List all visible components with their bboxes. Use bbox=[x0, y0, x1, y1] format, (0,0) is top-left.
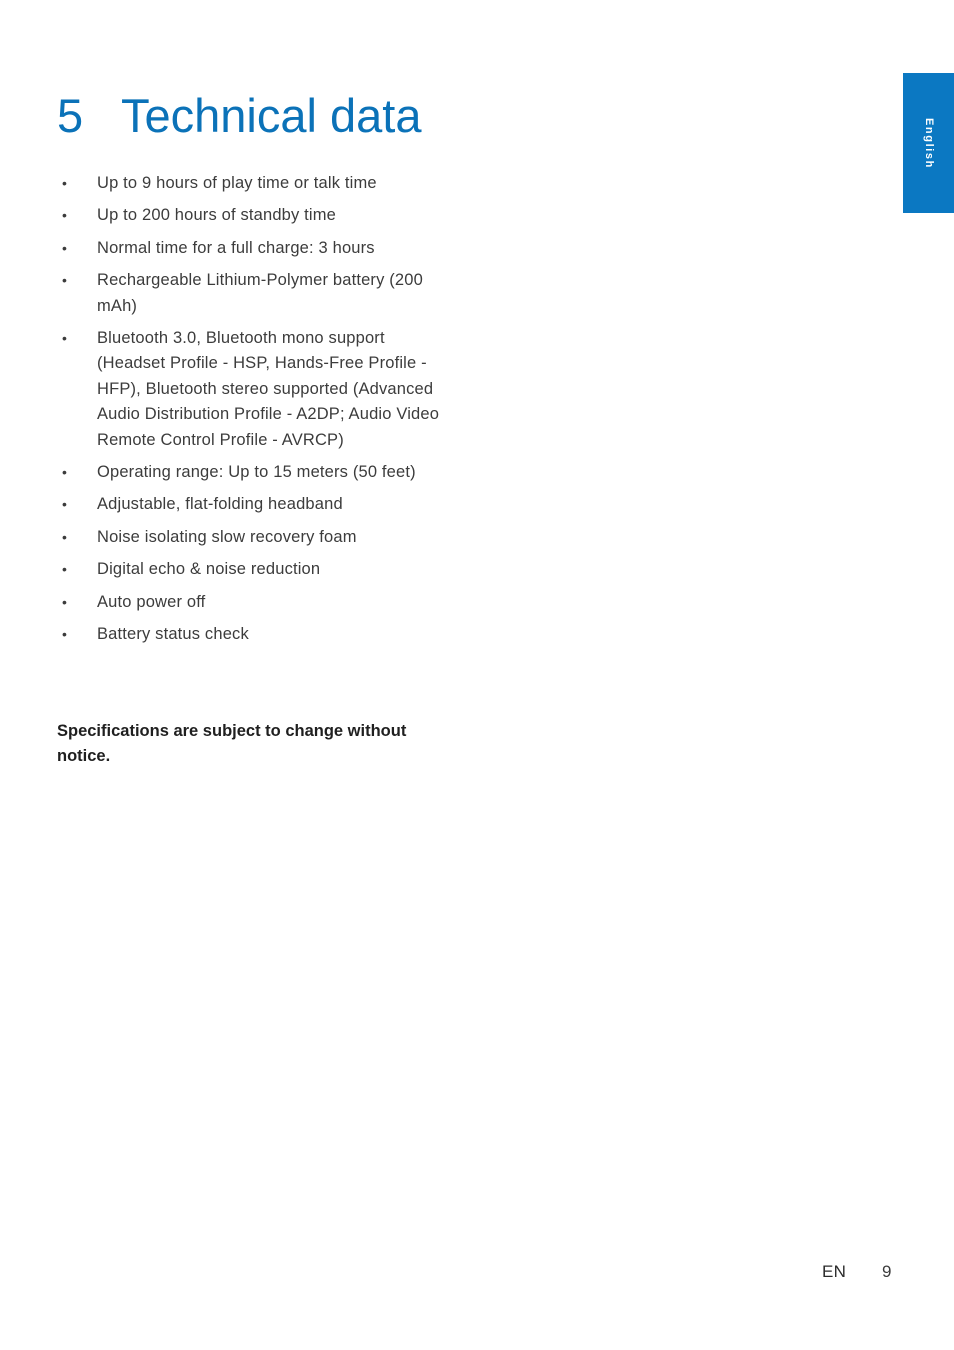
language-tab-label: English bbox=[923, 117, 935, 169]
language-tab: English bbox=[903, 73, 954, 213]
list-item: Operating range: Up to 15 meters (50 fee… bbox=[57, 460, 457, 486]
list-item: Up to 200 hours of standby time bbox=[57, 203, 457, 229]
footer-page-number: 9 bbox=[882, 1262, 892, 1281]
page-title: 5 Technical data bbox=[57, 91, 757, 142]
list-item: Normal time for a full charge: 3 hours bbox=[57, 236, 457, 262]
list-item: Battery status check bbox=[57, 622, 457, 648]
list-item: Rechargeable Lithium-Polymer battery (20… bbox=[57, 268, 457, 319]
page-footer: EN 9 bbox=[0, 1262, 954, 1292]
list-item: Auto power off bbox=[57, 590, 457, 616]
list-item: Up to 9 hours of play time or talk time bbox=[57, 171, 457, 197]
list-item: Noise isolating slow recovery foam bbox=[57, 525, 457, 551]
chapter-title-text: Technical data bbox=[121, 89, 422, 143]
list-item: Bluetooth 3.0, Bluetooth mono support (H… bbox=[57, 326, 457, 453]
list-item: Digital echo & noise reduction bbox=[57, 557, 457, 583]
document-page: English 5 Technical data Up to 9 hours of… bbox=[0, 0, 954, 1350]
chapter-number: 5 bbox=[57, 89, 84, 143]
footer-language-code: EN bbox=[822, 1262, 847, 1281]
specifications-disclaimer: Specifications are subject to change wit… bbox=[57, 722, 407, 766]
specification-list: Up to 9 hours of play time or talk time … bbox=[57, 171, 457, 655]
list-item: Adjustable, flat-folding headband bbox=[57, 492, 457, 518]
